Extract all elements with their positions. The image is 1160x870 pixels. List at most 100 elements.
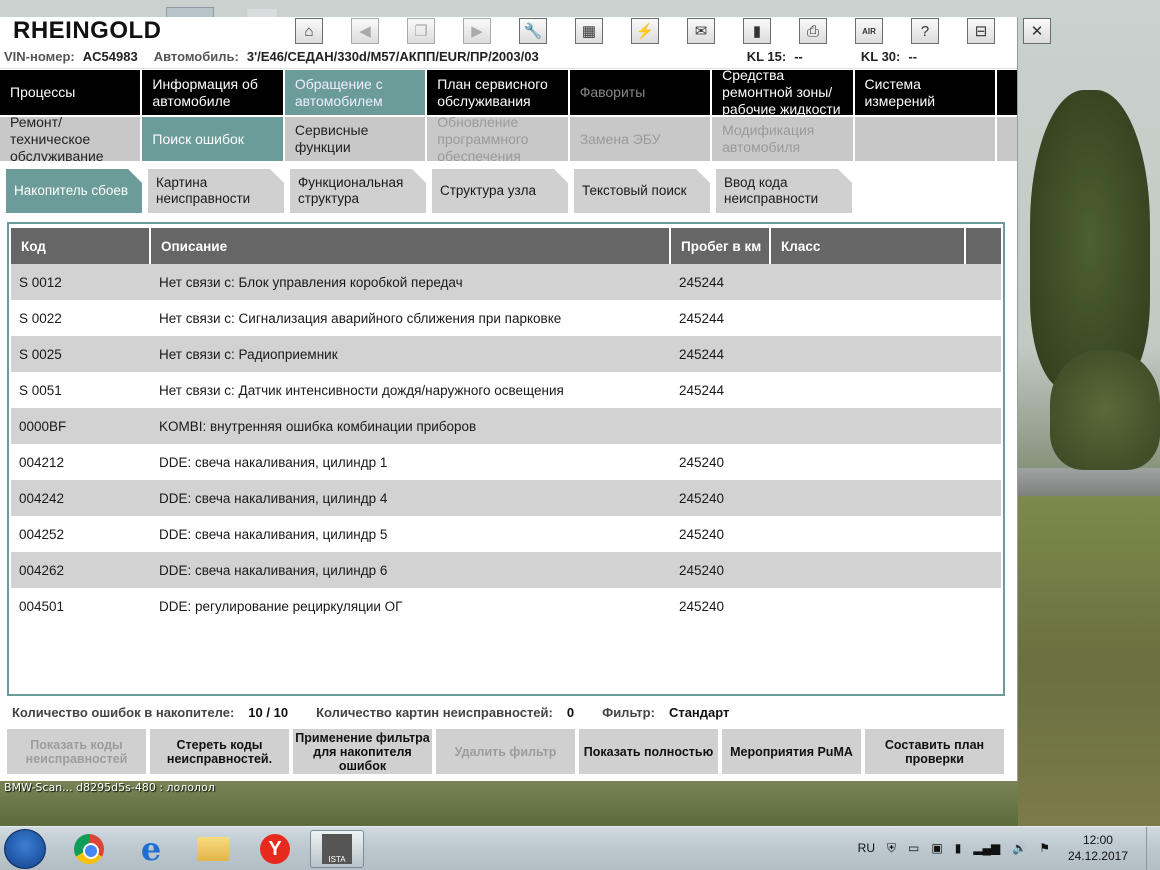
clear-fault-codes-button[interactable]: Стереть коды неисправностей. (150, 729, 289, 774)
action-buttons: Показать коды неисправностей Стереть код… (7, 729, 1004, 774)
header-code[interactable]: Код (11, 228, 151, 264)
table-row[interactable]: 004252 DDE: свеча накаливания, цилиндр 5 2… (11, 516, 1001, 552)
table-row[interactable]: 004501 DDE: регулирование рециркуляции ОГ… (11, 588, 1001, 624)
subnav-ecu-replacement[interactable]: Замена ЭБУ (569, 115, 713, 161)
fault-description-cell: Нет связи с: Радиоприемник (159, 346, 338, 362)
table-row[interactable]: S 0012 Нет связи с: Блок управления короб… (11, 264, 1001, 300)
home-icon[interactable]: ⌂ (295, 18, 323, 44)
nav-service-plan[interactable]: План сервисного обслуживания (427, 70, 570, 115)
chrome-icon (74, 834, 104, 864)
tray-shield-icon[interactable]: ⛨ (887, 841, 896, 856)
nav-favorites[interactable]: Фавориты (570, 70, 713, 115)
background-window-tab (166, 7, 214, 17)
rheingold-window: RHEINGOLD ⌂ ◀ ❐ ▶ 🔧 ▦ ⚡ ✉ ▮ ⎙ AIR ? ⊟ ✕ … (0, 17, 1051, 781)
header-mileage[interactable]: Пробег в км (671, 228, 771, 264)
bmw-info-icon[interactable]: ▦ (575, 18, 603, 44)
clock-date: 24.12.2017 (1067, 849, 1128, 863)
explorer-taskbar-button[interactable] (186, 830, 240, 868)
table-row[interactable]: 004242 DDE: свеча накаливания, цилиндр 4 2… (11, 480, 1001, 516)
tray-network-icon[interactable]: ▣ (931, 841, 942, 856)
nav-measurement-system[interactable]: Система измерений (855, 70, 997, 115)
back-icon[interactable]: ◀ (351, 18, 379, 44)
remove-filter-button[interactable]: Удалить фильтр (436, 729, 575, 774)
air-search-icon[interactable]: AIR (855, 18, 883, 44)
fault-description-cell: DDE: свеча накаливания, цилиндр 1 (159, 454, 388, 470)
filter-value: Стандарт (668, 705, 730, 720)
mileage-cell: 245244 (679, 274, 725, 290)
start-button[interactable] (4, 829, 46, 869)
ista-taskbar-button[interactable]: ISTA (310, 830, 364, 868)
vin-value: AC54983 (82, 49, 138, 64)
ie-taskbar-button[interactable]: e (124, 830, 178, 868)
folder-icon (197, 837, 229, 861)
fault-description-cell: DDE: регулирование рециркуляции ОГ (159, 598, 403, 614)
subnav-service-functions[interactable]: Сервисные функции (284, 115, 428, 161)
subnav-vehicle-modification[interactable]: Модификация автомобиля (712, 115, 855, 161)
tab-fault-code-input[interactable]: Ввод кода неисправности (716, 169, 852, 213)
tab-fault-pattern[interactable]: Картина неисправности (148, 169, 284, 213)
fault-code-cell: 004252 (19, 526, 65, 542)
tray-flag-icon[interactable]: ⚑ (1039, 841, 1050, 856)
tray-battery-icon[interactable]: ▮ (955, 841, 962, 856)
clock-time: 12:00 (1082, 833, 1113, 847)
fault-description-cell: DDE: свеча накаливания, цилиндр 5 (159, 526, 388, 542)
close-icon[interactable]: ✕ (1023, 18, 1051, 44)
table-row[interactable]: 004212 DDE: свеча накаливания, цилиндр 1 2… (11, 444, 1001, 480)
nav-vehicle-handling[interactable]: Обращение с автомобилем (284, 70, 428, 115)
yandex-taskbar-button[interactable]: Y (248, 830, 302, 868)
battery-icon[interactable]: ▮ (743, 18, 771, 44)
mileage-cell: 245244 (679, 382, 725, 398)
tray-display-icon[interactable]: ▭ (908, 841, 919, 856)
mileage-cell: 245244 (679, 310, 725, 326)
error-count-value: 10 / 10 (248, 705, 289, 720)
tab-component-structure[interactable]: Структура узла (432, 169, 568, 213)
table-row[interactable]: S 0025 Нет связи с: Радиоприемник 245244 (11, 336, 1001, 372)
nav-processes[interactable]: Процессы (0, 70, 143, 115)
fault-description-cell: Нет связи с: Датчик интенсивности дождя/… (159, 382, 564, 398)
show-desktop-button[interactable] (1146, 827, 1160, 870)
apply-filter-button[interactable]: Применение фильтра для накопителя ошибок (293, 729, 432, 774)
nav-vehicle-info[interactable]: Информация об автомобиле (142, 70, 285, 115)
header-description[interactable]: Описание (151, 228, 671, 264)
language-indicator[interactable]: RU (858, 841, 875, 856)
create-test-plan-button[interactable]: Составить план проверки (865, 729, 1004, 774)
puma-measures-button[interactable]: Мероприятия PuMA (722, 729, 861, 774)
fault-code-cell: S 0051 (19, 382, 62, 398)
tray-signal-icon[interactable]: ▂▄▆ (973, 841, 1000, 856)
tab-functional-structure[interactable]: Функциональная структура (290, 169, 426, 213)
table-row[interactable]: 004262 DDE: свеча накаливания, цилиндр 6 2… (11, 552, 1001, 588)
fault-description-cell: Нет связи с: Сигнализация аварийного сбл… (159, 310, 562, 326)
minimize-icon[interactable]: ⊟ (967, 18, 995, 44)
tray-volume-icon[interactable]: 🔊 (1012, 841, 1027, 856)
status-line: Количество ошибок в накопителе: 10 / 10 … (12, 705, 757, 720)
nav-filler (997, 70, 1017, 115)
subnav-repair-maintenance[interactable]: Ремонт/ техническое обслуживание (0, 115, 143, 161)
plug-icon[interactable]: ⚡ (631, 18, 659, 44)
fault-code-cell: 004242 (19, 490, 65, 506)
nav-workshop-equipment[interactable]: Средства ремонтной зоны/ рабочие жидкост… (712, 67, 855, 117)
subnav-fault-search[interactable]: Поиск ошибок (142, 115, 285, 161)
fault-list: S 0012 Нет связи с: Блок управления короб… (9, 264, 1003, 624)
tab-text-search[interactable]: Текстовый поиск (574, 169, 710, 213)
header-class[interactable]: Класс (771, 228, 966, 264)
wrench-icon[interactable]: 🔧 (519, 18, 547, 44)
table-row[interactable]: 0000BF KOMBI: внутренняя ошибка комбинаци… (11, 408, 1001, 444)
app-logo: RHEINGOLD (13, 17, 162, 44)
table-row[interactable]: S 0051 Нет связи с: Датчик интенсивности … (11, 372, 1001, 408)
subnav-software-update[interactable]: Обновление программного обеспечения (427, 115, 570, 161)
clock[interactable]: 12:00 24.12.2017 (1068, 832, 1128, 864)
mail-icon[interactable]: ✉ (687, 18, 715, 44)
show-all-button[interactable]: Показать полностью (579, 729, 718, 774)
printer-icon[interactable]: ⎙ (799, 18, 827, 44)
fault-description-cell: Нет связи с: Блок управления коробкой пе… (159, 274, 463, 290)
mileage-cell: 245240 (679, 562, 725, 578)
table-row[interactable]: S 0022 Нет связи с: Сигнализация аварийно… (11, 300, 1001, 336)
copy-icon[interactable]: ❐ (407, 18, 435, 44)
car-label: Автомобиль: (153, 49, 239, 64)
wallpaper-tree (1030, 90, 1150, 390)
forward-icon[interactable]: ▶ (463, 18, 491, 44)
tab-fault-memory[interactable]: Накопитель сбоев (6, 169, 142, 213)
show-fault-codes-button[interactable]: Показать коды неисправностей (7, 729, 146, 774)
help-icon[interactable]: ? (911, 18, 939, 44)
chrome-taskbar-button[interactable] (62, 830, 116, 868)
